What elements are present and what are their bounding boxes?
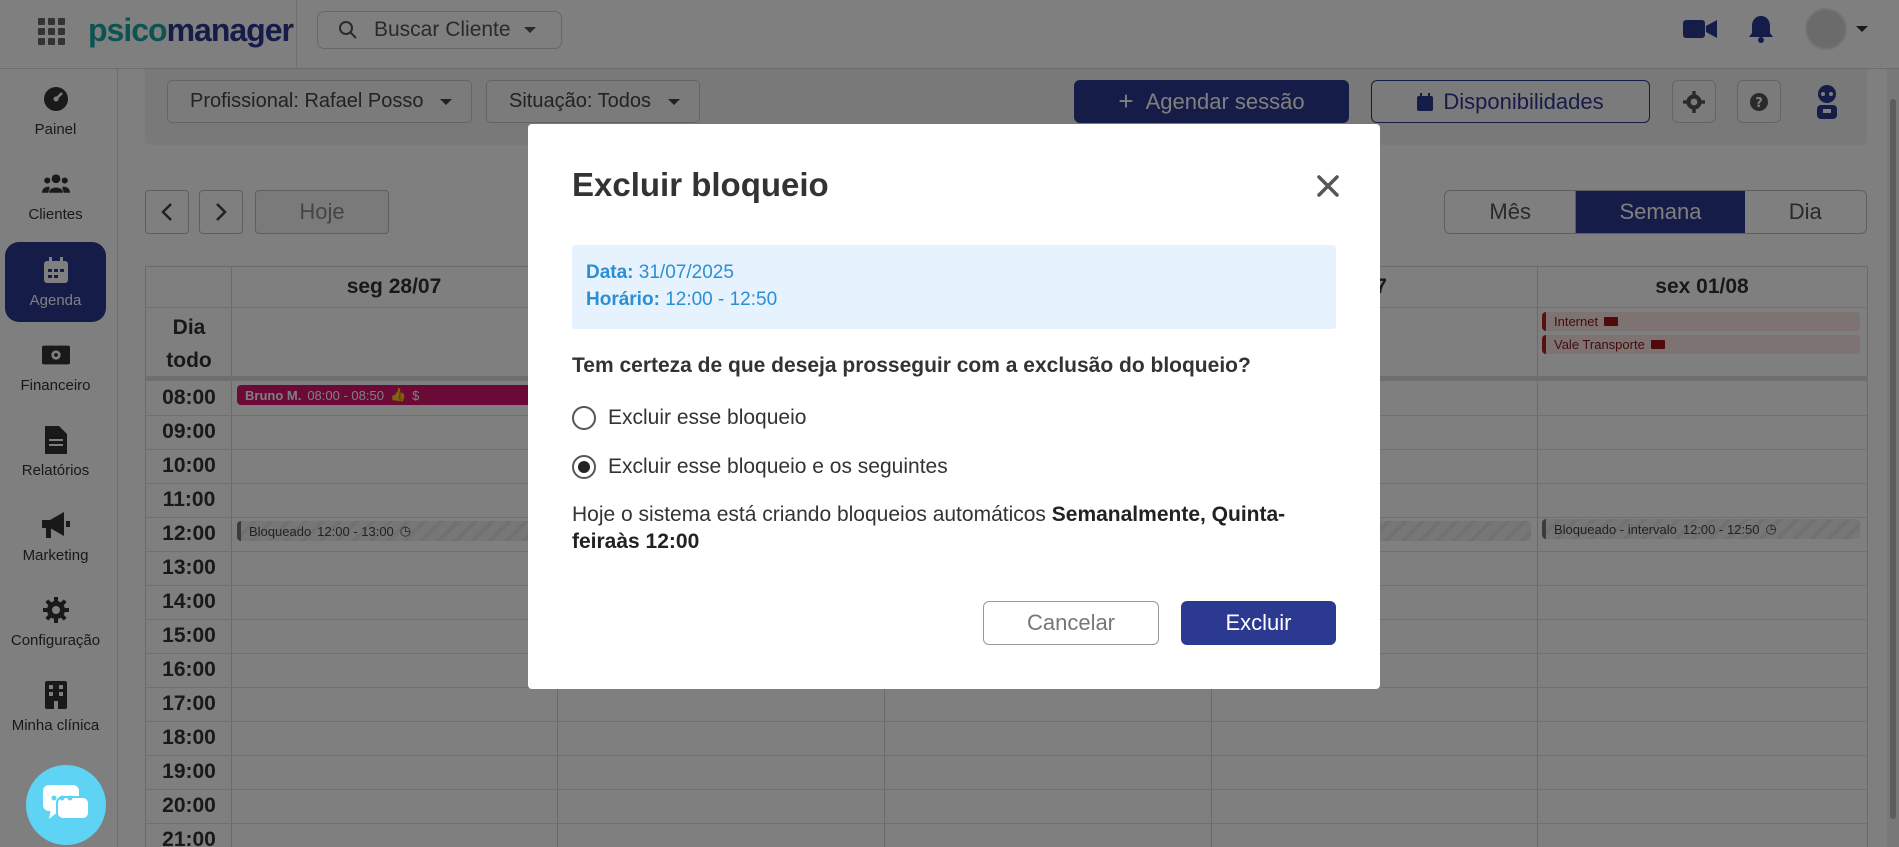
- option-delete-this[interactable]: Excluir esse bloqueio: [572, 406, 806, 430]
- chat-button[interactable]: [26, 765, 106, 845]
- radio-checked[interactable]: [572, 455, 596, 479]
- block-info-box: Data: 31/07/2025 Horário: 12:00 - 12:50: [572, 245, 1336, 329]
- chat-bubble-icon: [43, 785, 89, 820]
- date-label: Data:: [586, 262, 634, 283]
- delete-block-modal: Excluir bloqueio Data: 31/07/2025 Horári…: [528, 124, 1380, 689]
- option-delete-this-label: Excluir esse bloqueio: [608, 406, 807, 429]
- confirm-question: Tem certeza de que deseja prosseguir com…: [572, 354, 1251, 377]
- delete-button[interactable]: Excluir: [1181, 601, 1336, 645]
- close-icon[interactable]: [1314, 172, 1342, 200]
- time-value: 12:00 - 12:50: [665, 289, 778, 310]
- date-value: 31/07/2025: [638, 262, 734, 283]
- time-label: Horário:: [586, 289, 660, 310]
- cancel-button[interactable]: Cancelar: [983, 601, 1159, 645]
- option-delete-following[interactable]: Excluir esse bloqueio e os seguintes: [572, 455, 948, 479]
- radio-unchecked[interactable]: [572, 406, 596, 430]
- modal-title: Excluir bloqueio: [572, 166, 829, 203]
- option-delete-following-label: Excluir esse bloqueio e os seguintes: [608, 455, 948, 478]
- auto-block-notice: Hoje o sistema está criando bloqueios au…: [572, 503, 1286, 553]
